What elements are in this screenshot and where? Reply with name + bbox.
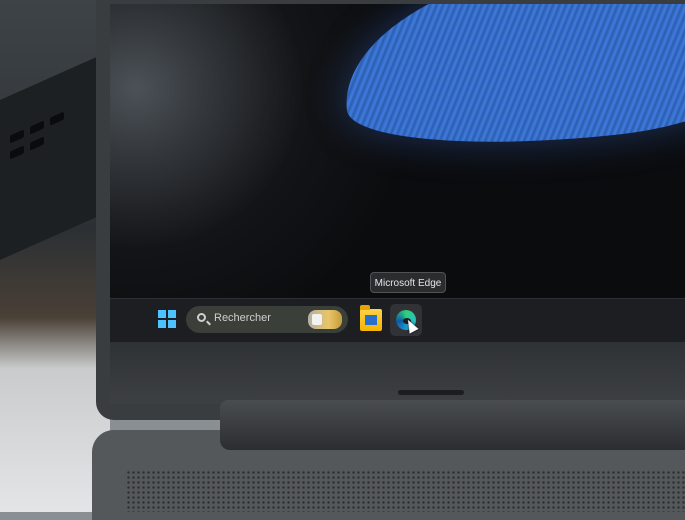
hinge-slot	[398, 390, 464, 395]
file-explorer-icon[interactable]	[360, 305, 382, 331]
edge-tooltip: Microsoft Edge	[370, 272, 446, 293]
search-placeholder: Rechercher	[214, 312, 271, 324]
taskbar: Rechercher	[110, 298, 685, 343]
search-box[interactable]: Rechercher	[186, 306, 348, 333]
laptop-hinge	[220, 400, 685, 450]
screen-glare	[110, 4, 400, 342]
screen-bezel	[110, 342, 685, 404]
search-icon	[197, 313, 206, 322]
windows-logo-icon	[158, 310, 166, 318]
search-highlight-icon	[308, 310, 342, 329]
speaker-grille	[126, 470, 685, 512]
start-button[interactable]	[158, 310, 176, 328]
